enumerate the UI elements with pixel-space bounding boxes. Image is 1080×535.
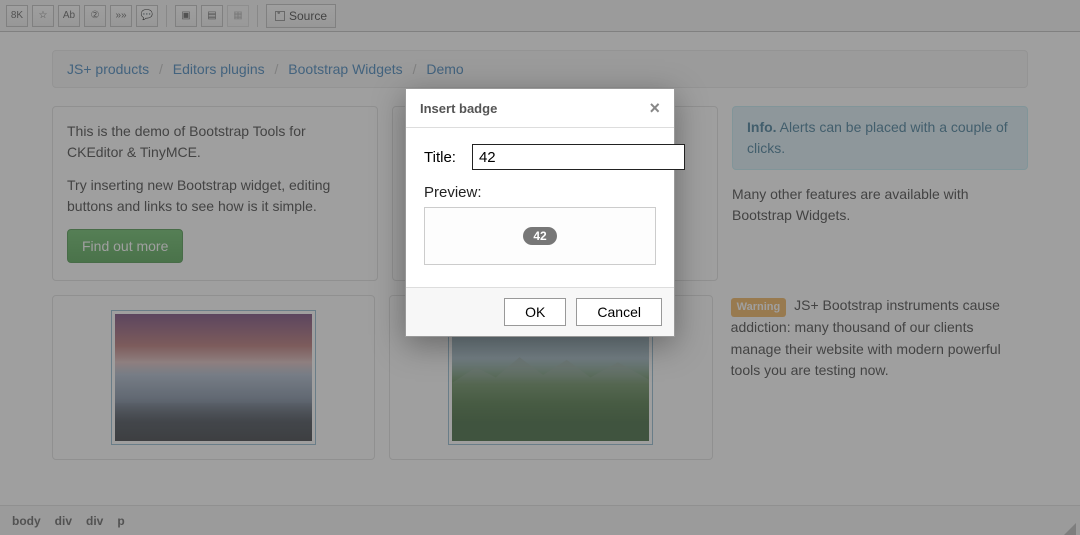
title-input[interactable] [472, 144, 685, 170]
dialog-title: Insert badge [420, 101, 497, 116]
dialog-body: Title: Preview: 42 [406, 128, 674, 287]
ok-button[interactable]: OK [504, 298, 566, 326]
title-label: Title: [424, 149, 456, 166]
preview-label: Preview: [424, 184, 656, 201]
cancel-button[interactable]: Cancel [576, 298, 662, 326]
modal-overlay: Insert badge × Title: Preview: 42 OK Can… [0, 0, 1080, 535]
dialog-footer: OK Cancel [406, 287, 674, 336]
dialog-header: Insert badge × [406, 89, 674, 128]
preview-box: 42 [424, 207, 656, 265]
insert-badge-dialog: Insert badge × Title: Preview: 42 OK Can… [405, 88, 675, 337]
close-icon[interactable]: × [649, 99, 660, 117]
preview-badge: 42 [523, 227, 556, 245]
